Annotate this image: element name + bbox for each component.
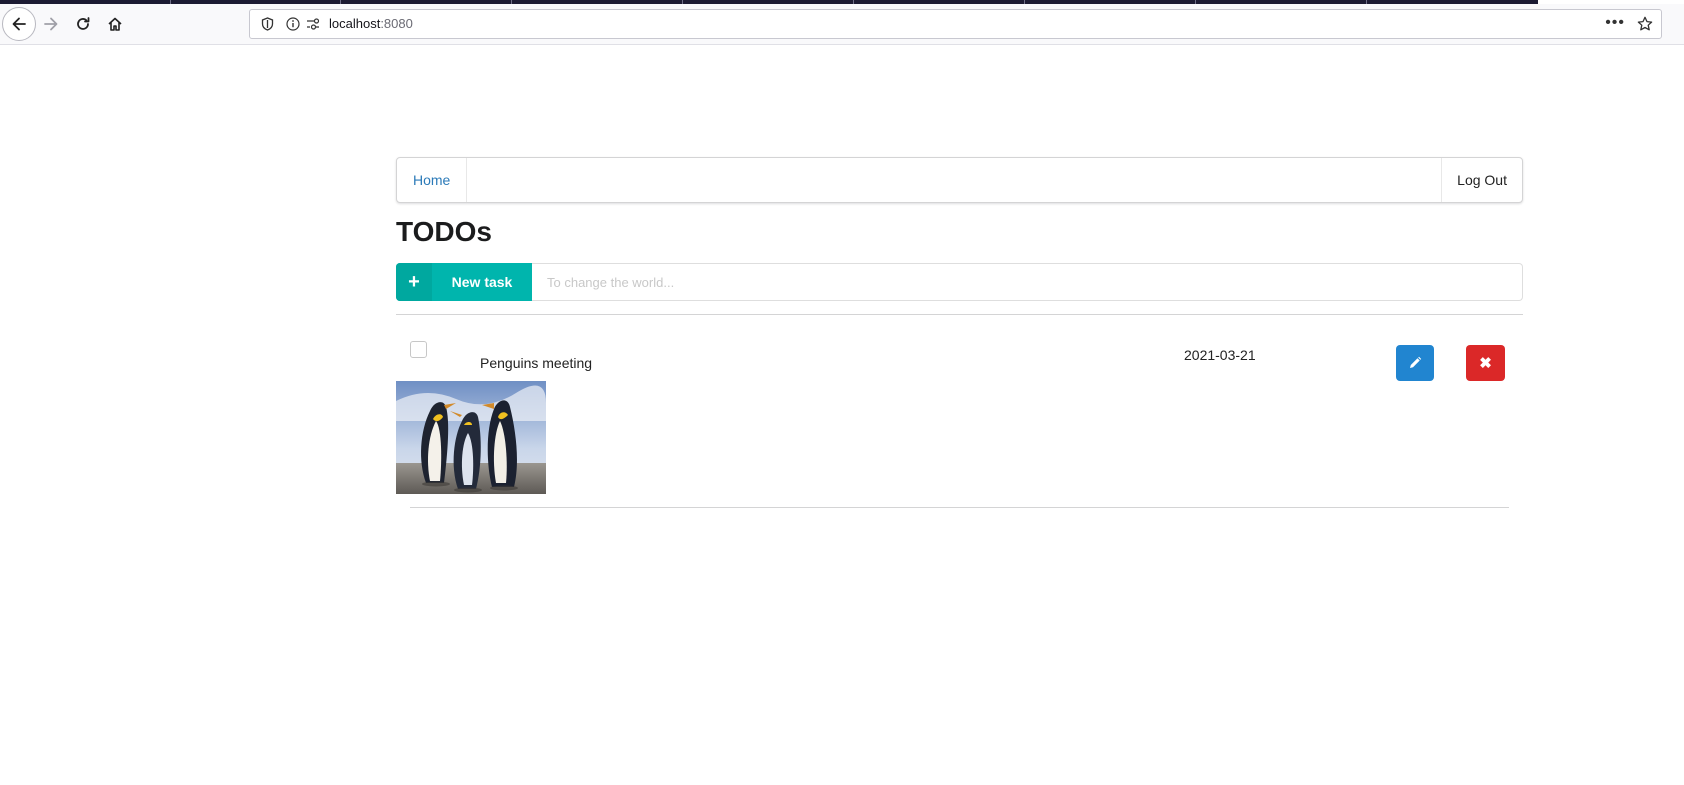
new-task-label: New task bbox=[451, 274, 513, 290]
pencil-icon bbox=[1410, 356, 1422, 368]
shield-icon[interactable] bbox=[259, 16, 275, 32]
url-host: localhost bbox=[329, 16, 381, 31]
todo-checkbox[interactable] bbox=[410, 341, 427, 358]
back-button[interactable] bbox=[2, 7, 36, 41]
logout-link[interactable]: Log Out bbox=[1441, 158, 1522, 202]
home-link[interactable]: Home bbox=[397, 158, 468, 202]
divider bbox=[396, 314, 1523, 315]
permissions-icon[interactable] bbox=[305, 16, 321, 32]
delete-button[interactable]: ✖ bbox=[1466, 345, 1505, 381]
page-title: TODOs bbox=[396, 216, 492, 247]
arrow-left-icon bbox=[12, 17, 26, 31]
penguins-image bbox=[396, 381, 546, 494]
todo-date: 2021-03-21 bbox=[1184, 347, 1256, 363]
new-task-input[interactable] bbox=[532, 263, 1523, 301]
new-task-button[interactable]: + New task bbox=[396, 263, 532, 301]
home-button[interactable] bbox=[98, 7, 132, 41]
browser-toolbar: localhost:8080 ••• bbox=[0, 4, 1684, 45]
new-task-form: + New task bbox=[396, 263, 1523, 301]
todo-item: Penguins meeting 2021-03-21 ✖ bbox=[396, 327, 1523, 509]
todo-name: Penguins meeting bbox=[480, 355, 593, 371]
todo-image[interactable] bbox=[396, 381, 546, 494]
plus-icon: + bbox=[396, 263, 432, 301]
url-text[interactable]: localhost:8080 bbox=[329, 16, 413, 32]
page-container: Home Log Out TODOs + New task Penguins m… bbox=[396, 157, 1523, 508]
info-icon[interactable] bbox=[285, 16, 301, 32]
close-icon: ✖ bbox=[1479, 355, 1492, 372]
reload-button[interactable] bbox=[66, 7, 100, 41]
url-port: :8080 bbox=[380, 16, 413, 31]
edit-button[interactable] bbox=[1396, 345, 1434, 381]
url-bar[interactable]: localhost:8080 ••• bbox=[249, 9, 1662, 39]
reload-icon bbox=[77, 17, 90, 30]
forward-button[interactable] bbox=[34, 7, 68, 41]
arrow-right-icon bbox=[44, 17, 58, 31]
top-menu: Home Log Out bbox=[396, 157, 1523, 203]
page-actions-button[interactable]: ••• bbox=[1605, 14, 1625, 32]
bookmark-star-icon[interactable] bbox=[1637, 16, 1653, 37]
row-divider bbox=[410, 507, 1509, 508]
home-icon bbox=[108, 17, 122, 31]
